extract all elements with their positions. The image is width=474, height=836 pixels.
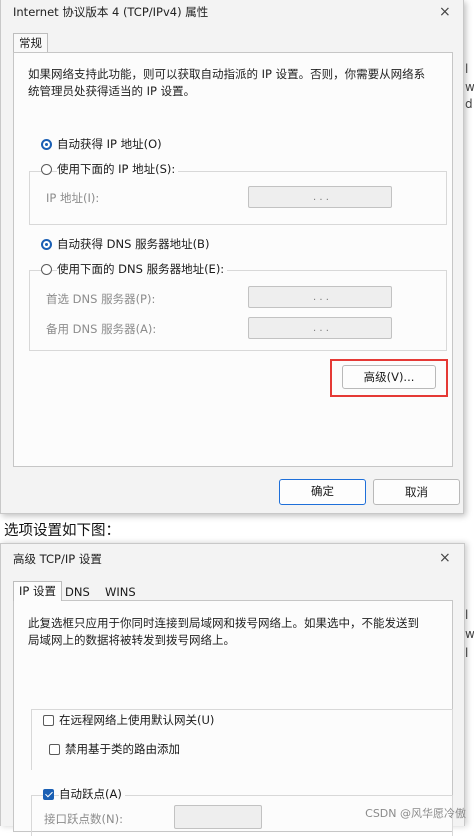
edge-glyph: l	[465, 62, 469, 76]
watermark-text: CSDN @风华愿冷傲	[365, 807, 466, 820]
caption-text: 选项设置如下图：	[4, 523, 120, 539]
ip-dots: . . .	[313, 192, 329, 203]
alternate-dns-label: 备用 DNS 服务器(A):	[46, 322, 157, 336]
interface-metric-field[interactable]	[174, 805, 262, 829]
auto-dns-label[interactable]: 自动获得 DNS 服务器地址(B)	[57, 236, 209, 252]
close-icon[interactable]: ×	[439, 5, 451, 19]
manual-dns-label[interactable]: 使用下面的 DNS 服务器地址(E):	[57, 261, 228, 277]
manual-ip-radio[interactable]	[41, 164, 52, 175]
disable-class-routing-label[interactable]: 禁用基于类的路由添加	[65, 741, 180, 757]
use-default-gateway-checkbox[interactable]	[43, 715, 54, 726]
tab-ip-settings[interactable]: IP 设置	[13, 581, 62, 601]
ipv4-properties-dialog: Internet 协议版本 4 (TCP/IPv4) 属性 × 常规 如果网络支…	[0, 0, 464, 514]
tab-wins[interactable]: WINS	[105, 585, 136, 599]
ip-address-label: IP 地址(I):	[46, 191, 100, 205]
cancel-button[interactable]: 取消	[373, 479, 460, 505]
auto-metric-checkbox[interactable]	[43, 789, 54, 800]
ip-address-field[interactable]: . . .	[248, 186, 392, 208]
edge-glyph: l	[465, 608, 469, 622]
description-text: 如果网络支持此功能，则可以获取自动指派的 IP 设置。否则，你需要从网络系统管理…	[28, 67, 426, 98]
dialog-title: 高级 TCP/IP 设置	[13, 552, 102, 566]
auto-metric-label[interactable]: 自动跃点(A)	[59, 786, 125, 802]
preferred-dns-label: 首选 DNS 服务器(P):	[46, 292, 156, 306]
auto-ip-label[interactable]: 自动获得 IP 地址(O)	[57, 136, 162, 152]
edge-glyph: d	[465, 97, 473, 111]
close-icon[interactable]: ×	[439, 551, 451, 565]
manual-dns-radio[interactable]	[41, 264, 52, 275]
tab-general[interactable]: 常规	[13, 33, 48, 53]
ip-settings-panel: 此复选框只应用于你同时连接到局域网和拨号网络上。如果选中，不能发送到局域网上的数…	[13, 600, 453, 836]
advanced-tcpip-dialog: 高级 TCP/IP 设置 × IP 设置 DNS WINS 此复选框只应用于你同…	[0, 543, 465, 836]
disable-class-routing-checkbox[interactable]	[49, 744, 60, 755]
edge-glyph: l	[465, 646, 469, 660]
auto-dns-radio[interactable]	[41, 239, 52, 250]
auto-ip-radio[interactable]	[41, 139, 52, 150]
edge-glyph: w	[465, 627, 474, 641]
general-panel: 如果网络支持此功能，则可以获取自动指派的 IP 设置。否则，你需要从网络系统管理…	[13, 52, 453, 467]
description-text: 此复选框只应用于你同时连接到局域网和拨号网络上。如果选中，不能发送到局域网上的数…	[28, 616, 419, 647]
use-default-gateway-label[interactable]: 在远程网络上使用默认网关(U)	[59, 712, 214, 728]
ip-dots: . . .	[313, 292, 329, 303]
preferred-dns-field[interactable]: . . .	[248, 286, 392, 308]
tab-dns[interactable]: DNS	[65, 585, 90, 599]
advanced-button[interactable]: 高级(V)...	[342, 365, 436, 389]
ok-button[interactable]: 确定	[279, 479, 366, 505]
ip-dots: . . .	[313, 323, 329, 334]
alternate-dns-field[interactable]: . . .	[248, 317, 392, 339]
edge-glyph: w	[465, 80, 474, 94]
manual-ip-label[interactable]: 使用下面的 IP 地址(S):	[57, 161, 179, 177]
dialog-title: Internet 协议版本 4 (TCP/IPv4) 属性	[13, 5, 209, 19]
